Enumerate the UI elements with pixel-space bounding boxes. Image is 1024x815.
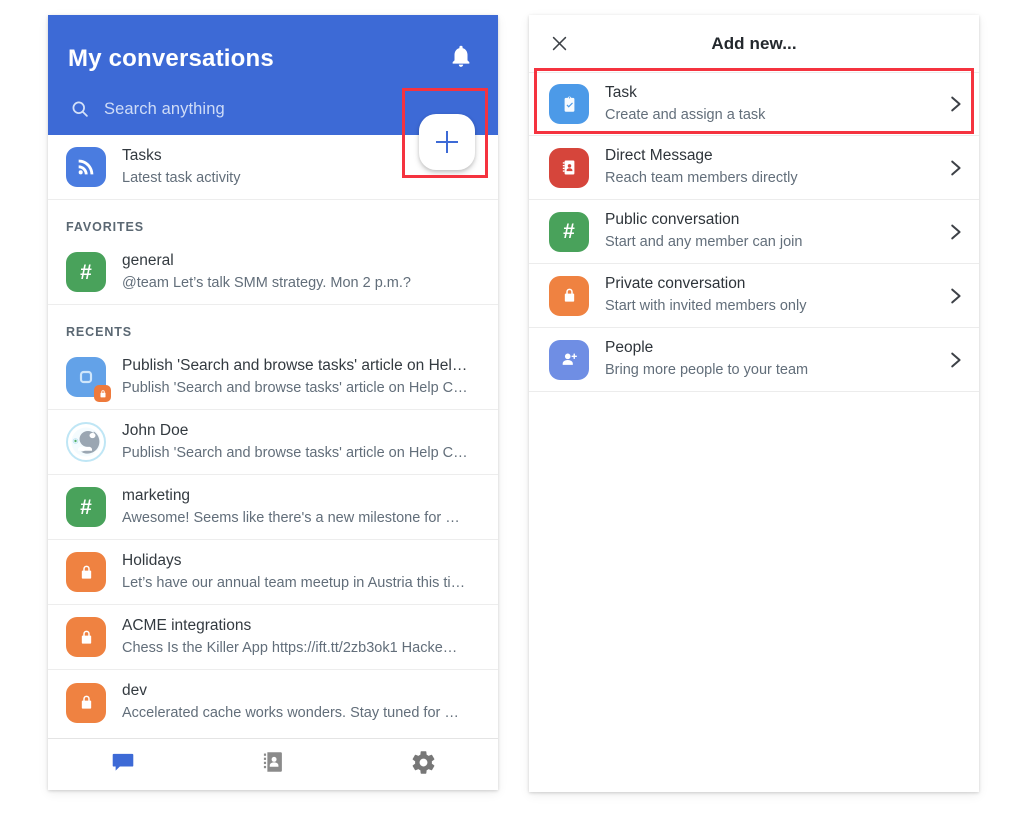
contact-card-icon xyxy=(549,147,589,188)
bottom-navigation xyxy=(48,738,498,790)
list-item-john-doe[interactable]: John Doe Publish 'Search and browse task… xyxy=(48,410,498,475)
list-item-subtitle: Chess Is the Killer App https://ift.tt/2… xyxy=(122,639,458,656)
close-icon[interactable] xyxy=(550,34,569,53)
screenshot-root: My conversations Search anything Tasks L… xyxy=(0,0,1024,815)
list-item-title: marketing xyxy=(122,486,191,504)
chevron-right-icon xyxy=(944,221,961,243)
hash-icon: # xyxy=(66,252,106,292)
contacts-tab[interactable] xyxy=(198,739,348,790)
list-item-text: dev Accelerated cache works wonders. Sta… xyxy=(122,681,482,723)
option-title: Public conversation xyxy=(605,211,740,229)
list-item-title: dev xyxy=(122,682,147,700)
option-subtitle: Start and any member can join xyxy=(605,234,803,251)
list-item-marketing[interactable]: # marketing Awesome! Seems like there's … xyxy=(48,475,498,540)
option-text: Public conversation Start and any member… xyxy=(605,210,944,252)
section-header-favorites: FAVORITES xyxy=(48,200,498,240)
hash-icon: # xyxy=(66,487,106,527)
chevron-right-icon xyxy=(944,349,961,371)
list-item-text: marketing Awesome! Seems like there's a … xyxy=(122,486,482,528)
contacts-book-icon xyxy=(260,749,286,780)
list-item-title: Holidays xyxy=(122,551,182,569)
task-square-icon xyxy=(66,357,111,402)
list-item-subtitle: Publish 'Search and browse tasks' articl… xyxy=(122,444,468,461)
chevron-right-icon xyxy=(944,93,961,115)
option-public-conversation[interactable]: # Public conversation Start and any memb… xyxy=(529,200,979,264)
option-people[interactable]: People Bring more people to your team xyxy=(529,328,979,392)
list-item-text: John Doe Publish 'Search and browse task… xyxy=(122,421,482,463)
list-item-general[interactable]: # general @team Let’s talk SMM strategy.… xyxy=(48,240,498,305)
option-title: Private conversation xyxy=(605,275,746,293)
lock-icon xyxy=(66,617,106,657)
list-item-text: Holidays Let’s have our annual team meet… xyxy=(122,551,482,593)
page-title: My conversations xyxy=(68,45,274,72)
chat-tab[interactable] xyxy=(48,739,198,790)
search-placeholder: Search anything xyxy=(104,99,225,118)
option-subtitle: Bring more people to your team xyxy=(605,362,809,379)
option-task[interactable]: Task Create and assign a task xyxy=(529,72,979,136)
conversations-panel: My conversations Search anything Tasks L… xyxy=(48,15,498,790)
lock-badge-icon xyxy=(94,385,111,402)
plus-icon xyxy=(436,131,458,153)
settings-tab[interactable] xyxy=(348,739,498,790)
list-item-title: Publish 'Search and browse tasks' articl… xyxy=(122,356,468,374)
list-item-publish-task[interactable]: Publish 'Search and browse tasks' articl… xyxy=(48,345,498,410)
hash-icon: # xyxy=(549,211,589,252)
list-item-subtitle: Let’s have our annual team meetup in Aus… xyxy=(122,574,466,591)
option-text: Task Create and assign a task xyxy=(605,83,944,125)
list-item-title: general xyxy=(122,251,174,269)
lock-icon xyxy=(66,552,106,592)
option-text: Direct Message Reach team members direct… xyxy=(605,146,944,188)
option-title: Direct Message xyxy=(605,147,713,165)
option-private-conversation[interactable]: Private conversation Start with invited … xyxy=(529,264,979,328)
lock-icon xyxy=(66,682,106,723)
search-icon xyxy=(70,99,90,119)
add-new-dialog: Add new... Task Create and assign a task xyxy=(529,15,979,792)
conversation-list[interactable]: Tasks Latest task activity FAVORITES # g… xyxy=(48,135,498,738)
option-title: People xyxy=(605,339,654,357)
clipboard-check-icon xyxy=(549,84,589,124)
search-input[interactable]: Search anything xyxy=(70,99,225,119)
chevron-right-icon xyxy=(944,157,961,179)
plus-fab[interactable] xyxy=(419,114,475,170)
list-item-title: John Doe xyxy=(122,421,189,439)
gear-icon xyxy=(410,749,437,781)
list-item-subtitle: Publish 'Search and browse tasks' articl… xyxy=(122,379,468,396)
lock-icon xyxy=(549,275,589,316)
section-header-recents: RECENTS xyxy=(48,305,498,345)
list-item-text: general @team Let’s talk SMM strategy. M… xyxy=(122,251,482,293)
avatar-robot xyxy=(66,422,106,462)
person-add-icon xyxy=(549,339,589,380)
list-item-acme-integrations[interactable]: ACME integrations Chess Is the Killer Ap… xyxy=(48,605,498,670)
chevron-right-icon xyxy=(944,285,961,307)
list-item-subtitle: Accelerated cache works wonders. Stay tu… xyxy=(122,705,459,722)
rss-icon xyxy=(66,147,106,187)
list-item-subtitle: Awesome! Seems like there's a new milest… xyxy=(122,509,460,526)
list-item-text: ACME integrations Chess Is the Killer Ap… xyxy=(122,616,482,658)
chat-bubble-icon xyxy=(110,749,136,780)
option-title: Task xyxy=(605,83,637,101)
list-item-text: Publish 'Search and browse tasks' articl… xyxy=(122,356,482,398)
dialog-header: Add new... xyxy=(529,15,979,72)
list-item-subtitle: Latest task activity xyxy=(122,169,241,186)
option-subtitle: Create and assign a task xyxy=(605,106,766,123)
list-item-subtitle: @team Let’s talk SMM strategy. Mon 2 p.m… xyxy=(122,274,411,291)
option-subtitle: Reach team members directly xyxy=(605,170,798,187)
list-item-holidays[interactable]: Holidays Let’s have our annual team meet… xyxy=(48,540,498,605)
option-direct-message[interactable]: Direct Message Reach team members direct… xyxy=(529,136,979,200)
option-text: Private conversation Start with invited … xyxy=(605,274,944,316)
option-subtitle: Start with invited members only xyxy=(605,298,807,315)
option-text: People Bring more people to your team xyxy=(605,338,944,380)
list-item-dev[interactable]: dev Accelerated cache works wonders. Sta… xyxy=(48,670,498,735)
list-item-title: ACME integrations xyxy=(122,616,252,634)
bell-icon[interactable] xyxy=(448,43,474,69)
dialog-title: Add new... xyxy=(711,33,797,53)
